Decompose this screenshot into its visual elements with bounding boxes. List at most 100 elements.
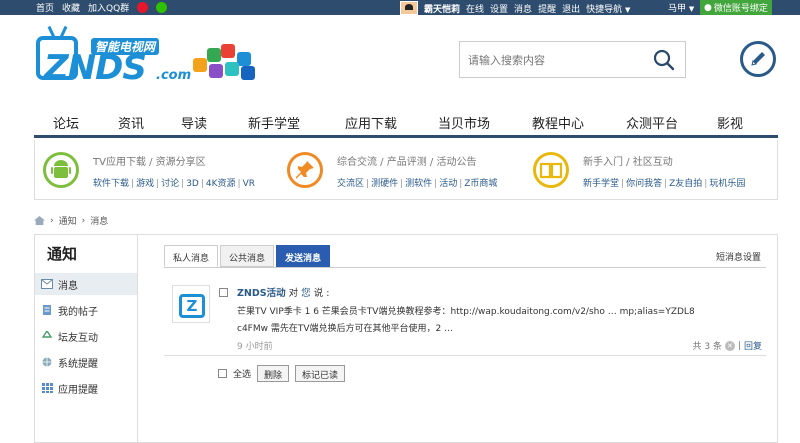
online-link[interactable]: 在线: [466, 2, 484, 15]
nav-app-download[interactable]: 应用下载: [324, 106, 418, 135]
join-qq-link[interactable]: 加入QQ群: [88, 1, 129, 14]
post-edit-button[interactable]: [740, 41, 776, 77]
said-word: 说 :: [313, 288, 330, 299]
sidebar-item-label: 系统提醒: [58, 358, 98, 370]
znds-logo-icon: Z: [179, 294, 205, 318]
message-settings-link[interactable]: 短消息设置: [716, 250, 761, 263]
category-link[interactable]: Z友自拍: [669, 179, 702, 189]
category-panel: TV应用下载 / 资源分享区 软件下载 | 游戏 | 讨论 | 3D | 4K资源 | VR 综合交…: [34, 140, 778, 200]
favorite-link[interactable]: 收藏: [62, 1, 80, 14]
nav-guide[interactable]: 导读: [164, 106, 224, 135]
category-link[interactable]: 玩机乐园: [709, 179, 745, 189]
category-link[interactable]: 讨论: [161, 179, 179, 189]
android-icon[interactable]: [43, 152, 79, 188]
category-title: 综合交流 / 产品评测 / 活动公告: [337, 157, 477, 168]
wechat-icon[interactable]: [156, 2, 168, 13]
category-community: 综合交流 / 产品评测 / 活动公告 交流区 | 测硬件 | 测软件 | 活动 | Z币商城: [287, 148, 527, 192]
messages-link[interactable]: 消息: [514, 2, 532, 15]
globe-icon: [42, 357, 52, 367]
category-link[interactable]: 测软件: [405, 179, 432, 189]
sidebar-item-apps[interactable]: 应用提醒: [35, 377, 137, 399]
message-count: 共 3 条: [692, 342, 722, 352]
reminders-link[interactable]: 提醒: [538, 2, 556, 15]
message-body-line1[interactable]: 芒果TV VIP季卡 1 6 芒果会员卡TV端兑换教程参考：http://wap…: [237, 304, 695, 317]
category-link[interactable]: 软件下载: [93, 179, 129, 189]
search-box: [459, 41, 686, 78]
alt-account-link[interactable]: 马甲 ▼: [668, 1, 694, 14]
reply-link[interactable]: 回复: [744, 339, 762, 352]
sidebar-item-label: 坛友互动: [58, 332, 98, 344]
select-all-label[interactable]: 全选: [233, 367, 251, 380]
sidebar-item-messages[interactable]: 消息: [35, 273, 137, 295]
category-link[interactable]: 你问我答: [626, 179, 662, 189]
nav-dangbei-market[interactable]: 当贝市场: [418, 106, 510, 135]
book-icon[interactable]: [533, 152, 569, 188]
breadcrumb-notice[interactable]: 通知: [59, 214, 77, 227]
sidebar-item-interaction[interactable]: 坛友互动: [35, 325, 137, 347]
message-body-line2[interactable]: c4FMw 需先在TV端兑换后方可在其他平台使用，2 …: [237, 321, 453, 334]
user-avatar[interactable]: [400, 1, 418, 15]
nav-test-platform[interactable]: 众测平台: [606, 106, 698, 135]
category-link[interactable]: Z币商城: [464, 179, 497, 189]
message-time: 9 小时前: [237, 342, 273, 352]
nav-movies[interactable]: 影视: [698, 106, 762, 135]
sidebar-item-system[interactable]: 系统提醒: [35, 351, 137, 373]
breadcrumb-sep: ›: [50, 215, 54, 226]
to-word: 对: [288, 288, 299, 299]
quick-nav-label: 快捷导航: [586, 4, 623, 15]
sidebar-item-label: 应用提醒: [58, 384, 98, 396]
quick-nav-link[interactable]: 快捷导航 ▼: [586, 2, 630, 15]
category-links: 交流区 | 测硬件 | 测软件 | 活动 | Z币商城: [337, 179, 498, 189]
sidebar-item-my-posts[interactable]: 我的帖子: [35, 299, 137, 321]
nav-newbie[interactable]: 新手学堂: [224, 106, 324, 135]
category-links: 新手学堂 | 你问我答 | Z友自拍 | 玩机乐园: [583, 179, 746, 189]
mark-read-button[interactable]: 标记已读: [295, 365, 346, 382]
logo-wordmark: ZNDS: [44, 48, 147, 88]
delete-button[interactable]: 删除: [257, 365, 290, 382]
pushpin-icon[interactable]: [287, 152, 323, 188]
category-link[interactable]: 3D: [186, 179, 199, 189]
search-input[interactable]: [468, 51, 648, 69]
category-link[interactable]: 新手学堂: [583, 179, 619, 189]
recycle-icon: [41, 331, 53, 338]
tab-public[interactable]: 公共消息: [220, 245, 275, 267]
logout-link[interactable]: 退出: [562, 2, 580, 15]
logo-dotcom: .com: [156, 68, 192, 83]
message-tabs: 私人消息 公共消息 发送消息: [164, 245, 331, 267]
send-message-button[interactable]: 发送消息: [276, 245, 331, 267]
sidebar-item-label: 我的帖子: [58, 306, 98, 318]
message-panel: 私人消息 公共消息 发送消息 短消息设置 Z ZNDS活动 对 您 说 : 芒果…: [138, 234, 778, 443]
wechat-icon: ●: [704, 2, 712, 13]
category-link[interactable]: 交流区: [337, 179, 364, 189]
sidebar-title: 通知: [35, 235, 137, 273]
search-icon[interactable]: [653, 49, 675, 71]
weibo-icon[interactable]: [137, 2, 149, 13]
nav-forum[interactable]: 论坛: [34, 106, 98, 135]
message-checkbox[interactable]: [219, 288, 228, 297]
tab-private[interactable]: 私人消息: [164, 245, 219, 267]
select-all-checkbox[interactable]: [218, 369, 227, 378]
category-link[interactable]: 4K资源: [206, 179, 236, 189]
bulk-actions: 全选 删除 标记已读: [218, 365, 346, 382]
app-icon: [209, 64, 223, 78]
settings-link[interactable]: 设置: [490, 2, 508, 15]
category-link[interactable]: 游戏: [136, 179, 154, 189]
nav-tutorials[interactable]: 教程中心: [510, 106, 606, 135]
wechat-bind-button[interactable]: ● 微信账号绑定: [700, 0, 772, 15]
nav-news[interactable]: 资讯: [98, 106, 164, 135]
home-link[interactable]: 首页: [36, 1, 54, 14]
delete-icon[interactable]: ✕: [724, 340, 735, 351]
username-link[interactable]: 霸天恺莉: [424, 2, 460, 15]
category-link[interactable]: VR: [243, 179, 255, 189]
app-icon: [225, 62, 239, 76]
sender-link[interactable]: ZNDS活动: [237, 288, 286, 299]
home-icon[interactable]: [34, 216, 45, 225]
category-link[interactable]: 测硬件: [371, 179, 398, 189]
sidebar-item-label: 消息: [58, 280, 78, 292]
recipient-link[interactable]: 您: [301, 288, 311, 299]
category-links: 软件下载 | 游戏 | 讨论 | 3D | 4K资源 | VR: [93, 179, 255, 189]
category-apps: TV应用下载 / 资源分享区 软件下载 | 游戏 | 讨论 | 3D | 4K资源 | VR: [43, 148, 283, 192]
sender-avatar[interactable]: Z: [172, 285, 210, 323]
category-link[interactable]: 活动: [439, 179, 457, 189]
message-item: Z ZNDS活动 对 您 说 : 芒果TV VIP季卡 1 6 芒果会员卡TV端…: [164, 279, 766, 353]
